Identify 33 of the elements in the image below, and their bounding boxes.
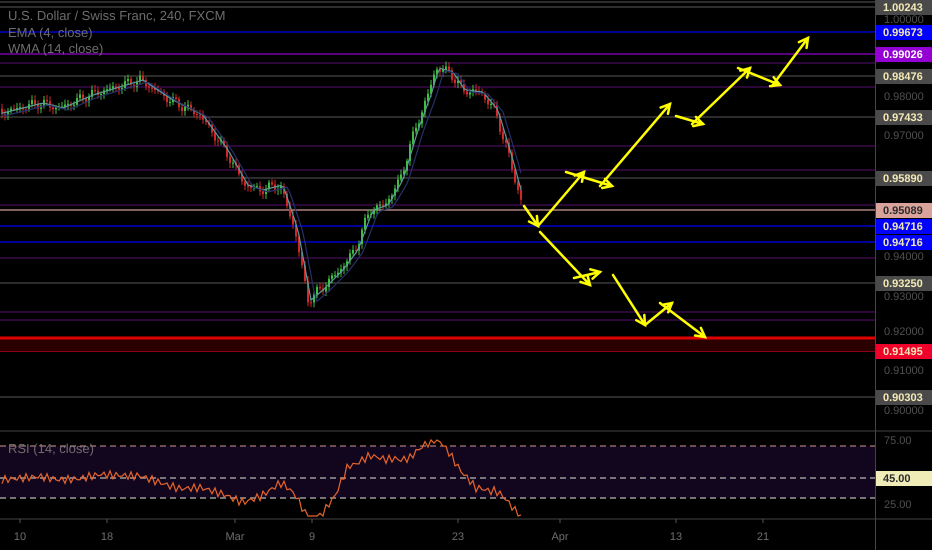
axis-tick-label: 0.97000 (884, 130, 924, 142)
indicator-label: WMA (14, close) (8, 41, 104, 56)
axis-tick-label: 0.92000 (884, 326, 924, 338)
price-badge: 45.00 (876, 471, 932, 486)
axis-tick-label: 0.90000 (884, 405, 924, 417)
price-badge: 0.94716 (876, 219, 932, 234)
price-badge: 0.90303 (876, 390, 932, 405)
time-axis-label: 23 (452, 531, 464, 543)
time-axis-label: 10 (14, 531, 26, 543)
axis-tick-label: 0.98000 (884, 91, 924, 103)
axis-tick-label: 0.91000 (884, 365, 924, 377)
price-badge: 1.00243 (876, 0, 932, 15)
time-axis-label: 18 (100, 531, 114, 543)
price-badge: 0.99673 (876, 25, 932, 40)
axis-tick-label: 1.00000 (884, 14, 924, 26)
price-badge: 0.94716 (876, 235, 932, 250)
price-badge: 0.91495 (876, 344, 932, 359)
price-badge: 0.98476 (876, 69, 932, 84)
time-axis-label: Apr (551, 531, 569, 543)
time-axis-label: Mar (226, 531, 244, 543)
axis-tick-label: 0.93000 (884, 291, 924, 303)
time-axis-label: 13 (670, 531, 682, 543)
axis-tick-label: 75.00 (884, 435, 912, 447)
price-badge: 0.97433 (876, 110, 932, 125)
axis-tick-label: 25.00 (884, 499, 912, 511)
price-badge: 0.95890 (876, 171, 932, 186)
axis-tick-label: 0.94000 (884, 251, 924, 263)
time-axis-label: 9 (308, 531, 316, 543)
price-badge: 0.99026 (876, 47, 932, 62)
chart-title: U.S. Dollar / Swiss Franc, 240, FXCM (8, 8, 226, 23)
time-axis-label: 21 (756, 531, 770, 543)
price-badge: 0.93250 (876, 276, 932, 291)
price-badge: 0.95089 (876, 203, 932, 218)
